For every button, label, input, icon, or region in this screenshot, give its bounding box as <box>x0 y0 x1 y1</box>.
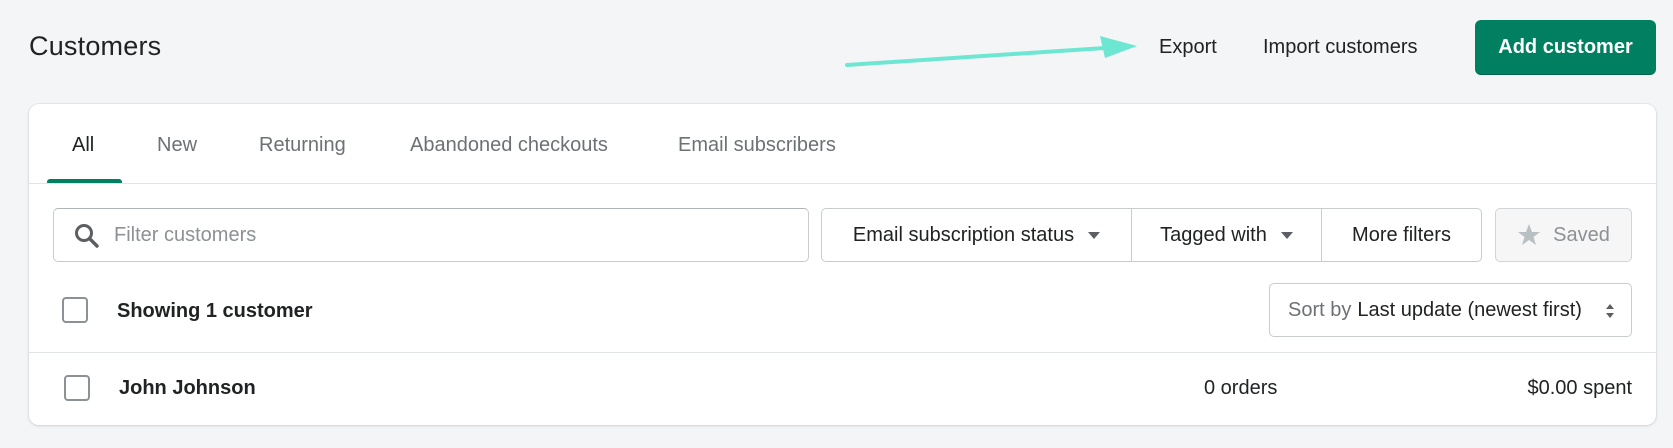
email-subscription-status-label: Email subscription status <box>852 223 1075 246</box>
search-icon <box>75 224 99 248</box>
divider <box>29 352 1656 353</box>
tab-new[interactable]: New <box>157 134 197 157</box>
caret-down-icon <box>1088 231 1101 239</box>
add-customer-button[interactable]: Add customer <box>1475 20 1656 75</box>
customer-spent: $0.00 spent <box>1527 377 1632 399</box>
showing-count: Showing 1 customer <box>117 300 313 322</box>
customer-name-link[interactable]: John Johnson <box>119 377 256 400</box>
row-checkbox[interactable] <box>64 375 90 401</box>
tab-bar: All New Returning Abandoned checkouts Em… <box>29 104 1656 184</box>
saved-button[interactable]: Saved <box>1495 208 1632 262</box>
caret-down-icon <box>1280 231 1293 239</box>
sort-prefix: Sort by <box>1288 298 1352 321</box>
search-input[interactable] <box>114 219 794 251</box>
tab-email-subscribers[interactable]: Email subscribers <box>678 134 836 157</box>
saved-label: Saved <box>1553 223 1610 246</box>
import-customers-button[interactable]: Import customers <box>1263 36 1417 59</box>
tab-abandoned-checkouts[interactable]: Abandoned checkouts <box>410 134 608 157</box>
star-icon <box>1518 224 1541 245</box>
filter-button-group: Email subscription status Tagged with Mo… <box>821 208 1482 262</box>
more-filters-button[interactable]: More filters <box>1322 209 1481 261</box>
more-filters-label: More filters <box>1352 223 1451 246</box>
page-title: Customers <box>29 31 162 61</box>
tagged-with-label: Tagged with <box>1160 223 1267 246</box>
search-field[interactable] <box>53 208 809 262</box>
tagged-with-filter[interactable]: Tagged with <box>1132 209 1322 261</box>
select-arrows-icon <box>1606 304 1614 318</box>
tab-all[interactable]: All <box>72 134 94 157</box>
export-button[interactable]: Export <box>1159 36 1217 59</box>
active-tab-indicator <box>47 179 122 183</box>
sort-select[interactable]: Sort by Last update (newest first) <box>1269 283 1632 337</box>
sort-value: Last update (newest first) <box>1357 298 1582 321</box>
tab-returning[interactable]: Returning <box>259 134 346 157</box>
select-all-checkbox[interactable] <box>62 297 88 323</box>
customer-orders: 0 orders <box>1204 377 1278 399</box>
annotation-arrow-icon <box>845 36 1137 67</box>
customers-card: All New Returning Abandoned checkouts Em… <box>29 104 1656 425</box>
email-subscription-status-filter[interactable]: Email subscription status <box>822 209 1132 261</box>
